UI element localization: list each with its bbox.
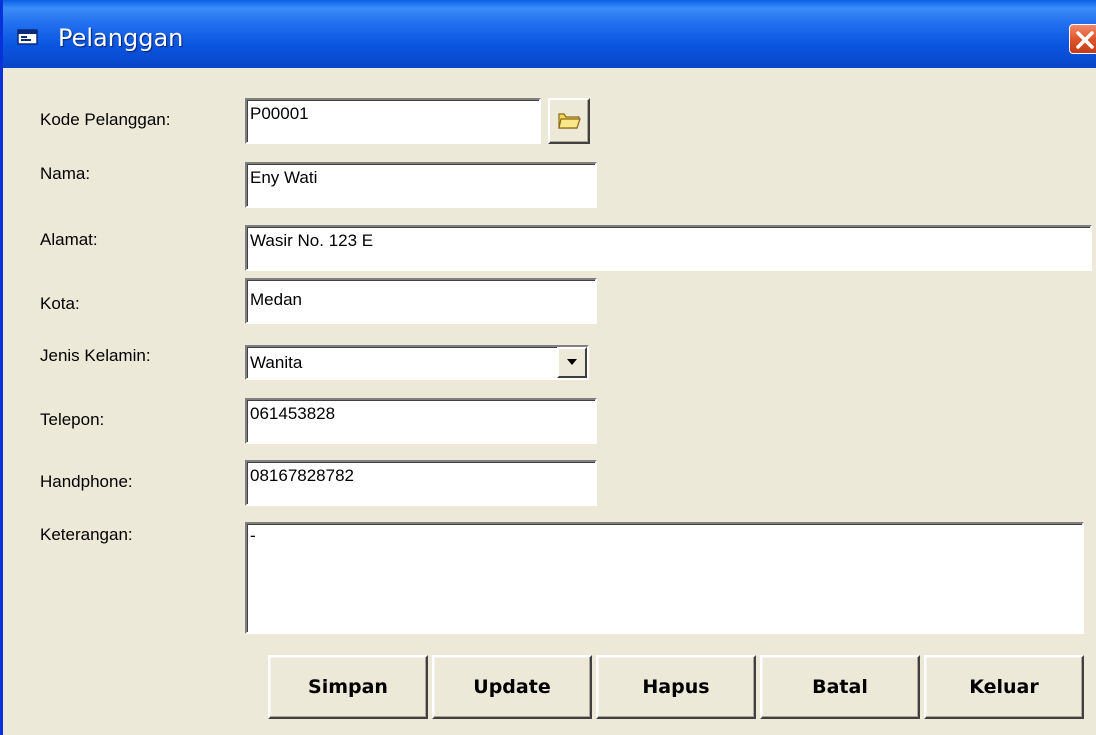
kota-input[interactable]: Medan <box>245 278 597 324</box>
jenis-kelamin-label: Jenis Kelamin: <box>40 346 151 365</box>
kota-label: Kota: <box>40 294 80 313</box>
jenis-kelamin-select[interactable]: Wanita <box>245 345 589 380</box>
keterangan-label: Keterangan: <box>40 525 133 544</box>
jenis-kelamin-value: Wanita <box>250 353 303 372</box>
keluar-button[interactable]: Keluar <box>924 655 1084 719</box>
handphone-label: Handphone: <box>40 472 133 491</box>
update-button[interactable]: Update <box>432 655 592 719</box>
title-bar[interactable]: Pelanggan <box>3 0 1096 68</box>
kode-pelanggan-label: Kode Pelanggan: <box>40 110 171 129</box>
nama-label: Nama: <box>40 164 91 183</box>
window-title: Pelanggan <box>58 24 184 52</box>
batal-button[interactable]: Batal <box>760 655 920 719</box>
hapus-button[interactable]: Hapus <box>596 655 756 719</box>
pelanggan-window: Pelanggan Kode Pelanggan: P00001 Nama: E… <box>0 0 1096 735</box>
browse-pelanggan-button[interactable] <box>548 98 590 144</box>
keterangan-textarea[interactable]: - <box>245 522 1084 634</box>
close-button[interactable] <box>1069 24 1096 54</box>
alamat-label: Alamat: <box>40 230 98 249</box>
alamat-input[interactable]: Wasir No. 123 E <box>245 225 1092 271</box>
nama-input[interactable]: Eny Wati <box>245 162 597 208</box>
simpan-button[interactable]: Simpan <box>268 655 428 719</box>
telepon-input[interactable]: 061453828 <box>245 398 597 444</box>
handphone-input[interactable]: 08167828782 <box>245 460 597 506</box>
jenis-kelamin-dropdown-button[interactable] <box>557 347 587 378</box>
kode-pelanggan-input[interactable]: P00001 <box>245 98 541 144</box>
form-icon <box>17 28 39 46</box>
telepon-label: Telepon: <box>40 410 105 429</box>
